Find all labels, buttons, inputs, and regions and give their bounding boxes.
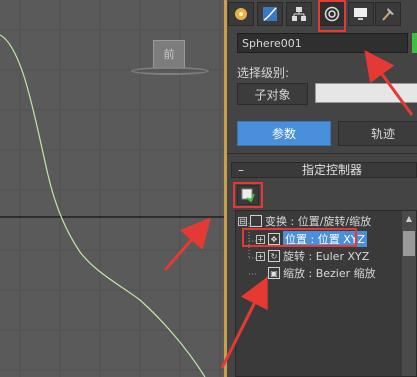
rollout-title: 指定控制器: [302, 163, 363, 177]
tab-display[interactable]: [348, 2, 374, 26]
tree-node-label: 变换 : 位置/旋转/缩放: [265, 215, 372, 228]
scroll-up-arrow-icon[interactable]: ▲: [403, 213, 415, 225]
hierarchy-icon: [292, 7, 306, 21]
tree-node-transform[interactable]: ⊟ 变换 : 位置/旋转/缩放: [238, 214, 371, 228]
object-color-swatch[interactable]: [412, 33, 417, 53]
tree-node-label: 旋转 : Euler XYZ: [283, 250, 370, 263]
object-name-field[interactable]: [237, 33, 408, 53]
rotation-controller-icon: ↻: [268, 250, 280, 262]
scale-controller-icon: ▣: [268, 267, 280, 279]
collapse-toggle-icon[interactable]: ⊟: [238, 216, 247, 226]
trajectory-button[interactable]: 轨迹: [338, 121, 417, 146]
assign-controller-rollout-header[interactable]: – 指定控制器: [231, 162, 417, 178]
create-icon: [235, 8, 247, 20]
transform-controller-icon: [250, 215, 262, 227]
subobject-dropdown[interactable]: [315, 83, 417, 103]
viewcube-compass-ring[interactable]: [131, 67, 209, 75]
position-node-highlight: [242, 228, 357, 247]
viewport-grid: [0, 0, 224, 377]
function-curve: [0, 34, 206, 377]
tree-node-label: 缩放 : Bezier 缩放: [283, 267, 376, 280]
rollout-collapse-toggle[interactable]: –: [238, 163, 244, 177]
tab-utilities[interactable]: [375, 2, 401, 26]
motion-tab-highlight: [318, 0, 346, 32]
expand-toggle-icon[interactable]: +: [256, 251, 265, 261]
modify-icon: [263, 7, 277, 21]
scroll-thumb[interactable]: [403, 231, 415, 256]
tree-node-scale[interactable]: ▣ 缩放 : Bezier 缩放: [268, 266, 376, 280]
tree-node-rotation[interactable]: + ↻ 旋转 : Euler XYZ: [256, 249, 369, 263]
assign-button-highlight: [233, 182, 263, 208]
parameters-button[interactable]: 参数: [237, 121, 331, 146]
tab-hierarchy[interactable]: [286, 2, 312, 26]
utilities-icon: [382, 8, 394, 21]
divider: [227, 153, 417, 154]
viewport[interactable]: 前: [0, 0, 224, 377]
display-icon: [354, 8, 367, 20]
subobject-button[interactable]: 子对象: [237, 83, 308, 105]
tree-scrollbar[interactable]: ▲: [402, 211, 416, 376]
tab-create[interactable]: [228, 2, 254, 26]
tab-modify[interactable]: [257, 2, 283, 26]
selection-level-label: 选择级别:: [237, 66, 290, 80]
viewcube-label: 前: [163, 48, 175, 61]
command-panel: 选择级别: 子对象 参数 轨迹 – 指定控制器 ⊟ 变换 : 位置/旋转/缩放 …: [227, 0, 417, 377]
viewcube[interactable]: 前: [153, 40, 185, 68]
